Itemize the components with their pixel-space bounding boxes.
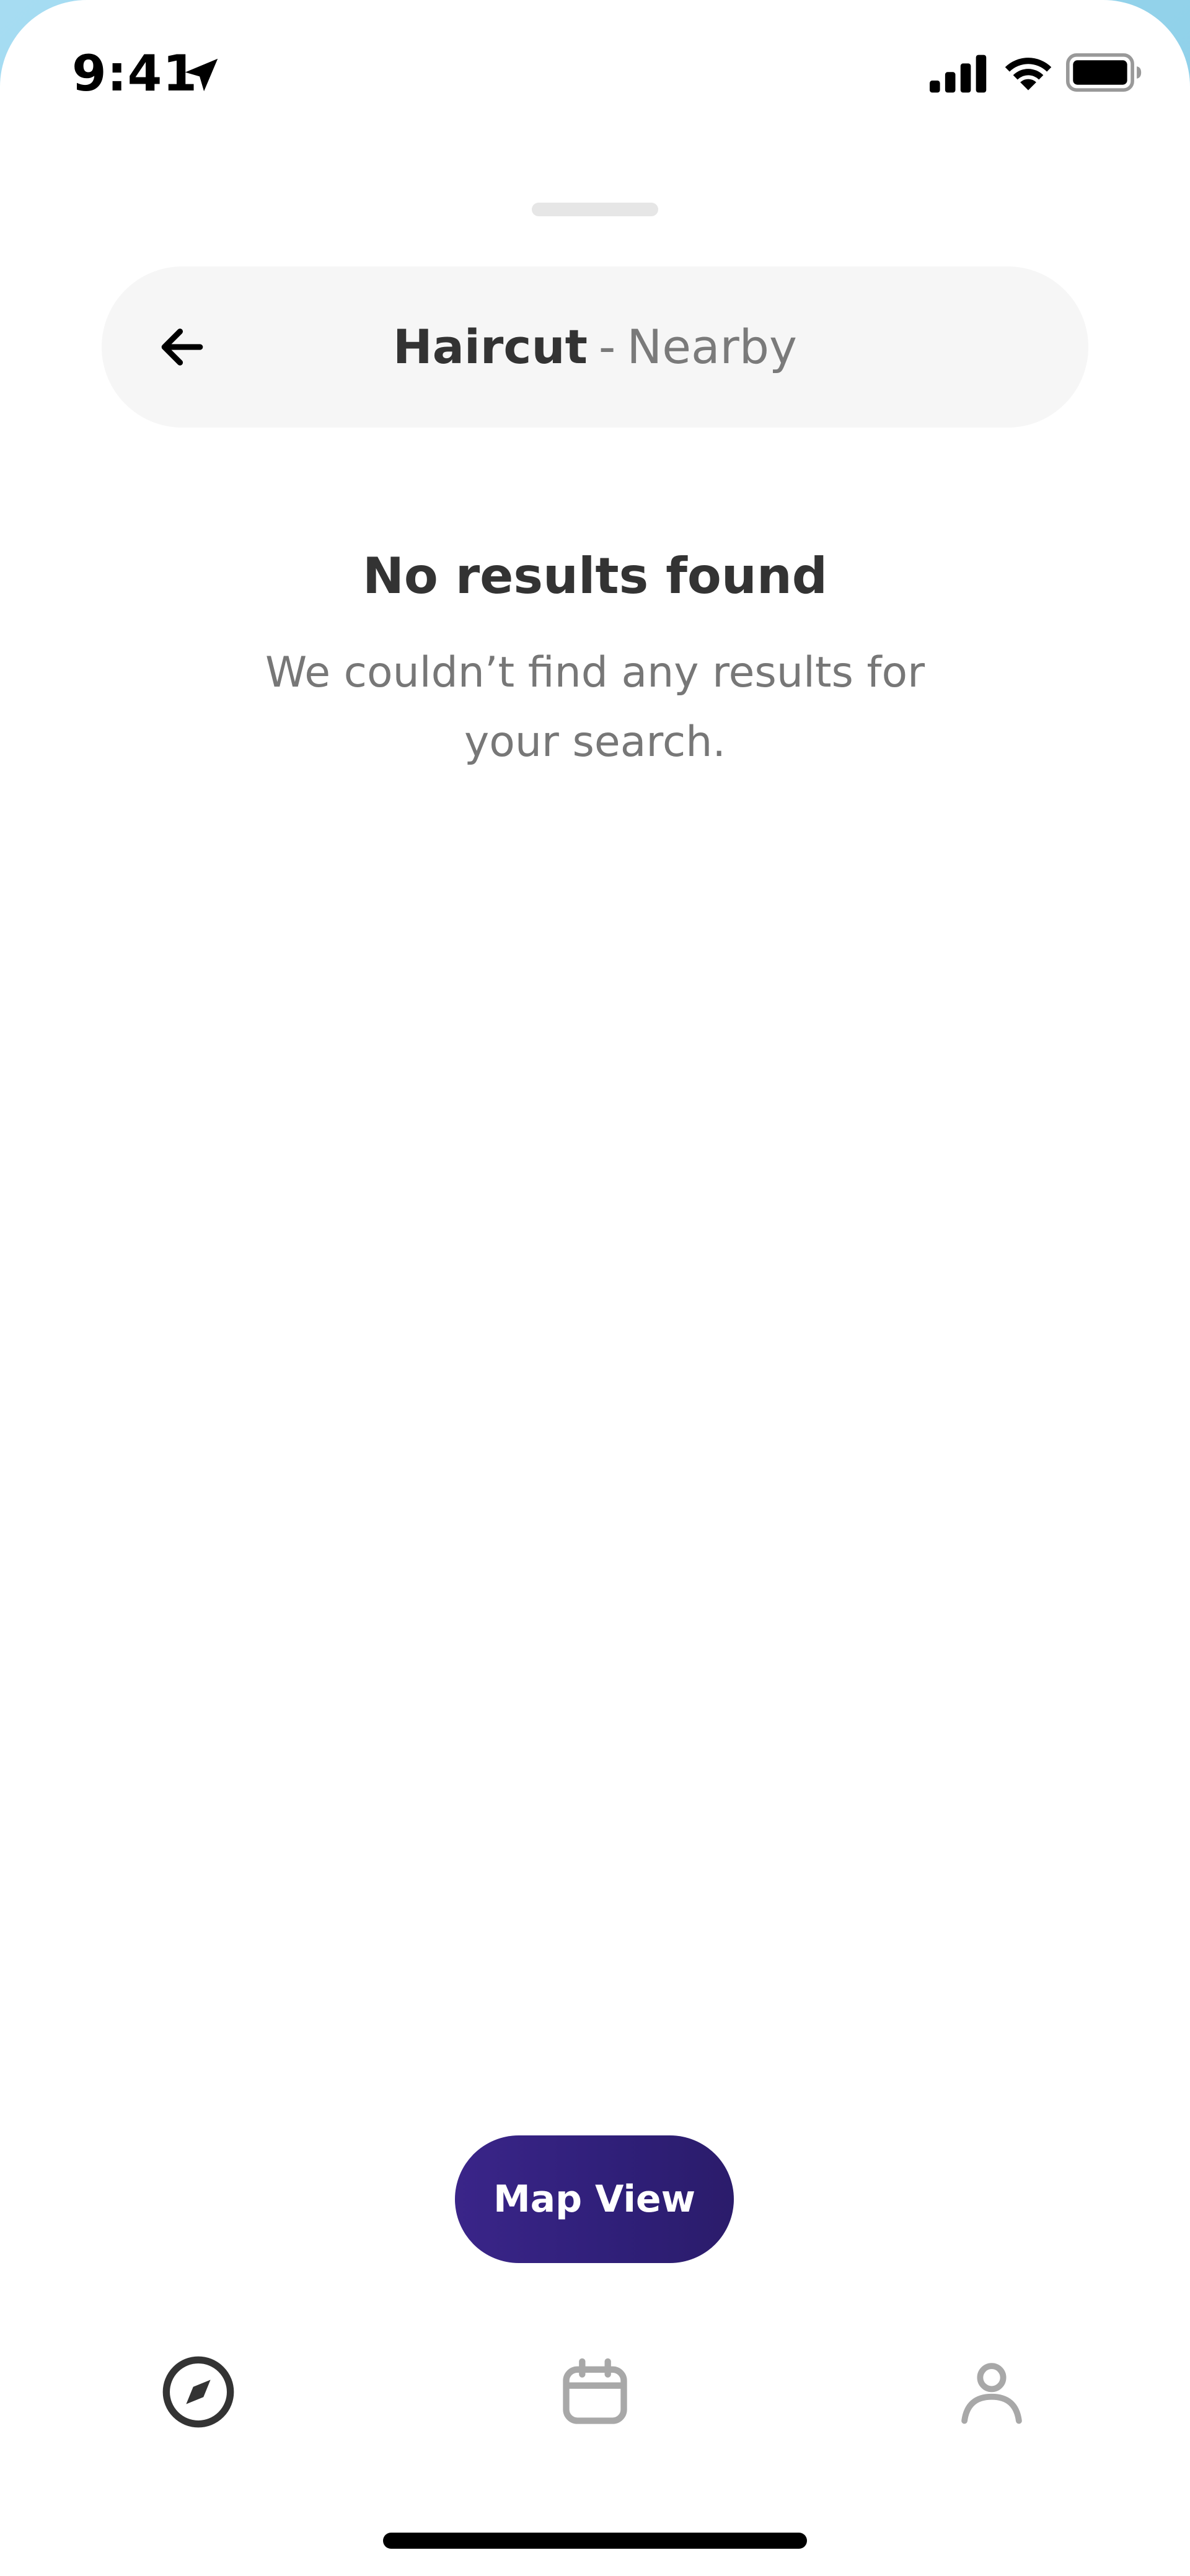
- search-term: Haircut: [392, 319, 588, 374]
- status-time: 9:41: [72, 45, 198, 102]
- tab-bookings[interactable]: [533, 2330, 657, 2454]
- tab-profile[interactable]: [930, 2330, 1054, 2454]
- user-icon: [961, 2363, 1022, 2424]
- search-separator: -: [598, 319, 616, 374]
- location-arrow-icon: [185, 58, 218, 92]
- status-bar: 9:41: [0, 0, 1190, 143]
- map-view-button[interactable]: Map View: [455, 2135, 734, 2263]
- tab-bar: [0, 2330, 1190, 2454]
- home-indicator: [383, 2533, 807, 2549]
- cellular-signal-icon: [930, 55, 987, 93]
- wifi-icon: [1005, 58, 1052, 90]
- results-sheet: 9:41 Haircut - Nearby No results found W…: [0, 0, 1190, 2576]
- search-title: Haircut - Nearby: [102, 266, 1088, 428]
- search-scope: Nearby: [627, 319, 797, 374]
- sheet-drag-handle[interactable]: [532, 203, 658, 216]
- empty-state-description: We couldn’t find any results for your se…: [265, 648, 925, 767]
- calendar-icon: [563, 2358, 627, 2424]
- compass-icon: [162, 2356, 234, 2428]
- tab-explore[interactable]: [136, 2330, 260, 2454]
- search-header[interactable]: Haircut - Nearby: [102, 266, 1088, 428]
- battery-icon: [1066, 53, 1142, 92]
- empty-state-title: No results found: [362, 547, 828, 605]
